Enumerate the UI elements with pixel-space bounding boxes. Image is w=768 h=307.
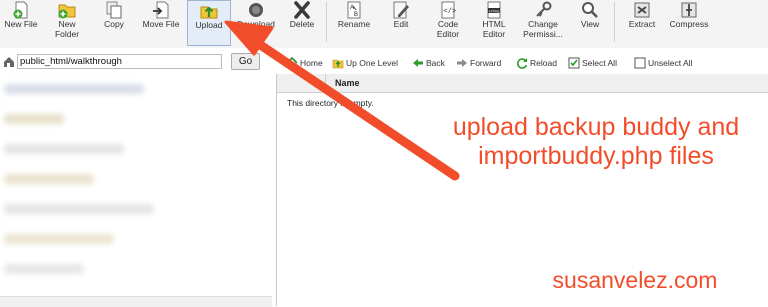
home-icon — [286, 57, 298, 68]
nav-forward-label: Forward — [470, 58, 502, 68]
folder-tree-panel[interactable] — [0, 74, 272, 306]
key-icon — [536, 1, 552, 17]
new-file-button[interactable]: New File — [0, 0, 42, 46]
tree-row-blurred — [4, 204, 154, 214]
download-icon — [249, 3, 263, 17]
up-folder-icon — [332, 59, 344, 69]
home-folder-icon — [4, 57, 14, 67]
nav-select-all[interactable]: Select All — [568, 57, 628, 69]
toolbar-separator — [614, 2, 615, 42]
copy-button[interactable]: Copy — [96, 0, 132, 46]
forward-arrow-icon — [457, 59, 467, 67]
nav-up-one-level-label: Up One Level — [346, 58, 398, 68]
nav-forward[interactable]: Forward — [456, 57, 510, 69]
watermark: susanvelez.com — [552, 267, 718, 293]
tree-row-blurred — [4, 174, 94, 184]
download-button[interactable]: Download — [234, 0, 278, 46]
compress-button[interactable]: Compress — [666, 0, 712, 46]
html-editor-icon: HTML — [487, 1, 501, 19]
delete-button[interactable]: Delete — [284, 0, 320, 46]
change-permissions-button[interactable]: Change Permissi... — [520, 0, 566, 46]
move-file-label: Move File — [142, 19, 180, 29]
tree-row-blurred — [4, 264, 84, 274]
annotation-text-line2: importbuddy.php files — [478, 142, 714, 170]
move-file-button[interactable]: Move File — [138, 0, 184, 46]
view-label: View — [580, 19, 600, 29]
upload-label: Upload — [195, 20, 223, 30]
compress-icon — [681, 2, 697, 18]
html-editor-label: HTML Editor — [482, 19, 506, 39]
view-button[interactable]: View — [574, 0, 606, 46]
nav-up-one-level[interactable]: Up One Level — [332, 57, 406, 69]
nav-home-label: Home — [300, 58, 323, 68]
html-editor-button[interactable]: HTML HTML Editor — [474, 0, 514, 46]
extract-icon — [634, 2, 650, 18]
delete-label: Delete — [289, 19, 315, 29]
new-folder-label: New Folder — [54, 19, 80, 39]
file-list-header: Name — [277, 74, 768, 93]
code-editor-icon: </> — [441, 1, 457, 19]
svg-text:HTML: HTML — [489, 8, 501, 13]
nav-back[interactable]: Back — [412, 57, 452, 69]
code-editor-button[interactable]: </> Code Editor — [428, 0, 468, 46]
new-file-icon — [13, 1, 28, 19]
delete-icon — [294, 1, 310, 19]
path-input[interactable] — [17, 54, 222, 69]
new-folder-button[interactable]: New Folder — [46, 0, 88, 46]
nav-unselect-all-label: Unselect All — [648, 58, 693, 68]
extract-label: Extract — [628, 19, 656, 29]
empty-directory-message: This directory is empty. — [287, 98, 374, 108]
annotation-text-line1: upload backup buddy and — [452, 113, 740, 141]
checkbox-empty-icon — [634, 57, 646, 69]
edit-button[interactable]: Edit — [384, 0, 418, 46]
nav-reload[interactable]: Reload — [516, 57, 562, 69]
rename-icon: A B — [347, 1, 361, 19]
toolbar-separator — [326, 2, 327, 42]
new-folder-icon — [58, 4, 76, 19]
folder-tree-footer — [0, 296, 272, 307]
rename-button[interactable]: A B Rename — [334, 0, 374, 46]
move-file-icon — [153, 1, 169, 19]
nav-unselect-all[interactable]: Unselect All — [634, 57, 704, 69]
nav-home[interactable]: Home — [286, 57, 326, 69]
new-file-label: New File — [4, 19, 38, 29]
download-label: Download — [237, 19, 275, 29]
column-separator — [325, 74, 326, 92]
nav-select-all-label: Select All — [582, 58, 617, 68]
tree-row-blurred — [4, 84, 144, 94]
copy-label: Copy — [104, 19, 124, 29]
svg-text:B: B — [354, 12, 358, 18]
tree-row-blurred — [4, 234, 114, 244]
edit-label: Edit — [393, 19, 409, 29]
back-arrow-icon — [413, 59, 423, 67]
code-editor-label: Code Editor — [436, 19, 460, 39]
edit-icon — [393, 1, 409, 19]
go-button[interactable]: Go — [231, 53, 260, 70]
magnifier-icon — [582, 2, 598, 18]
copy-icon — [106, 1, 122, 19]
upload-icon — [200, 6, 218, 19]
rename-label: Rename — [337, 19, 371, 29]
tree-row-blurred — [4, 114, 64, 124]
change-permissions-label: Change Permissi... — [523, 19, 563, 39]
column-header-name[interactable]: Name — [335, 78, 360, 88]
compress-label: Compress — [669, 19, 709, 29]
tree-row-blurred — [4, 144, 124, 154]
upload-button[interactable]: Upload — [187, 0, 231, 46]
toolbar: New File New Folder Copy Move File Uploa… — [0, 0, 768, 48]
nav-back-label: Back — [426, 58, 445, 68]
svg-text:</>: </> — [444, 8, 457, 16]
extract-button[interactable]: Extract — [622, 0, 662, 46]
nav-reload-label: Reload — [530, 58, 557, 68]
checkbox-checked-icon — [568, 57, 580, 69]
reload-icon — [516, 58, 528, 69]
